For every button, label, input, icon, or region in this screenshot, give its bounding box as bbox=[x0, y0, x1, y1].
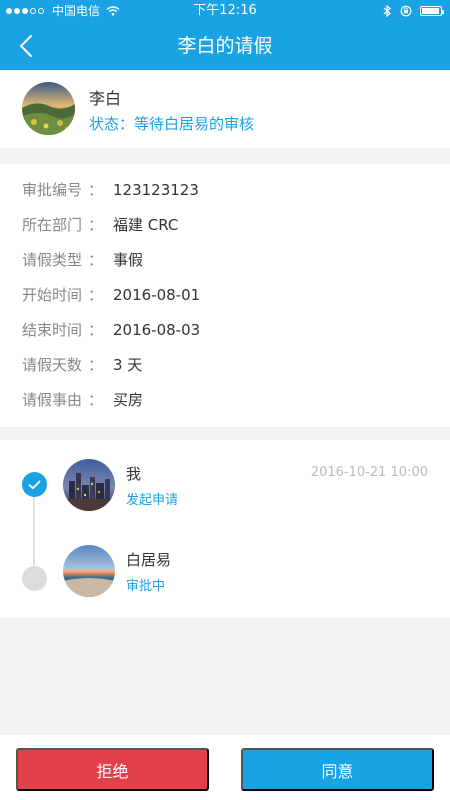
reject-button[interactable]: 拒绝 bbox=[16, 748, 209, 791]
detail-colon: ： bbox=[88, 181, 104, 199]
approver-avatar bbox=[63, 545, 115, 597]
chevron-left-icon bbox=[20, 35, 32, 57]
detail-value: 2016-08-03 bbox=[113, 321, 201, 339]
top-bar: 中国电信 下午12:16 李白的请假 bbox=[0, 0, 450, 70]
status-right bbox=[383, 0, 444, 22]
back-button[interactable] bbox=[10, 30, 42, 62]
battery-icon bbox=[420, 6, 444, 16]
requester-state: 发起申请 bbox=[126, 493, 179, 508]
detail-value: 3 天 bbox=[113, 356, 143, 374]
detail-value: 2016-08-01 bbox=[113, 286, 201, 304]
step-done-icon bbox=[22, 472, 47, 497]
detail-value: 123123123 bbox=[113, 181, 199, 199]
detail-value: 福建 CRC bbox=[113, 216, 179, 234]
detail-value: 事假 bbox=[113, 251, 144, 269]
requester-name: 我 bbox=[126, 465, 142, 483]
nav-bar: 李白的请假 bbox=[0, 22, 450, 70]
bluetooth-icon bbox=[383, 5, 391, 17]
timeline-connector bbox=[33, 484, 35, 576]
applicant-avatar bbox=[22, 82, 75, 135]
approver-state: 审批中 bbox=[126, 579, 166, 594]
request-time: 2016-10-21 10:00 bbox=[310, 465, 428, 480]
detail-colon: ： bbox=[88, 216, 104, 234]
detail-colon: ： bbox=[88, 356, 104, 374]
approver-name: 白居易 bbox=[126, 551, 172, 569]
applicant-card: 李白 状态：等待白居易的审核 bbox=[0, 70, 450, 148]
checkmark-icon bbox=[28, 480, 41, 489]
applicant-name: 李白 bbox=[89, 89, 122, 108]
step-pending-icon bbox=[22, 566, 47, 591]
page-title: 李白的请假 bbox=[177, 35, 273, 57]
rotation-lock-icon bbox=[400, 5, 412, 17]
approve-button[interactable]: 同意 bbox=[241, 748, 434, 791]
approval-status: 状态：等待白居易的审核 bbox=[89, 115, 255, 133]
detail-colon: ： bbox=[88, 321, 104, 339]
status-bar: 中国电信 下午12:16 bbox=[0, 0, 450, 22]
detail-colon: ： bbox=[88, 391, 104, 409]
requester-avatar bbox=[63, 459, 115, 511]
detail-value: 买房 bbox=[113, 391, 144, 409]
detail-colon: ： bbox=[88, 286, 104, 304]
detail-colon: ： bbox=[88, 251, 104, 269]
